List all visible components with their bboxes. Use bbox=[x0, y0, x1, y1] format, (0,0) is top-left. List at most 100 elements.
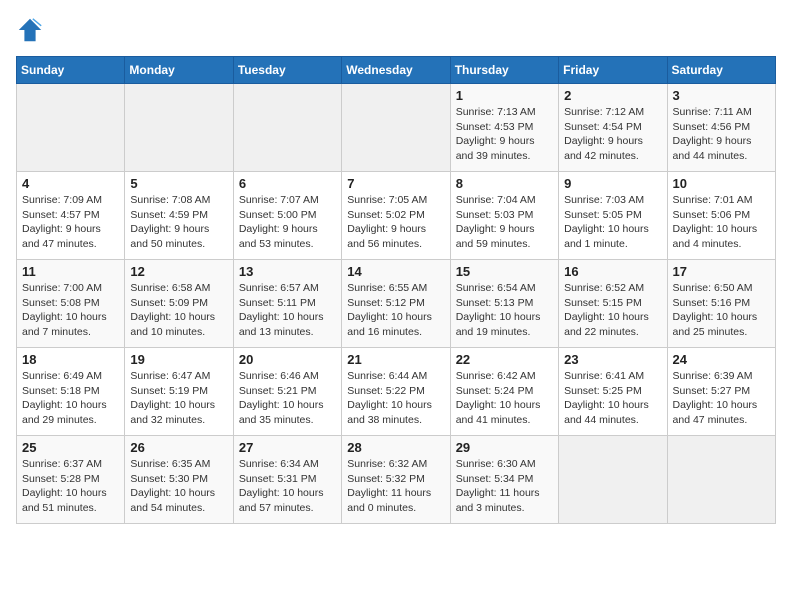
day-number: 27 bbox=[239, 440, 336, 455]
day-number: 17 bbox=[673, 264, 770, 279]
day-header-saturday: Saturday bbox=[667, 57, 775, 84]
calendar-cell bbox=[233, 84, 341, 172]
calendar-cell: 28 Sunrise: 6:32 AM Sunset: 5:32 PM Dayli… bbox=[342, 436, 450, 524]
day-number: 26 bbox=[130, 440, 227, 455]
calendar-week-5: 25 Sunrise: 6:37 AM Sunset: 5:28 PM Dayli… bbox=[17, 436, 776, 524]
calendar-cell: 3 Sunrise: 7:11 AM Sunset: 4:56 PM Daylig… bbox=[667, 84, 775, 172]
day-info: Sunrise: 6:46 AM Sunset: 5:21 PM Dayligh… bbox=[239, 369, 336, 428]
calendar-cell: 29Sunrise: 6:30 AM Sunset: 5:34 PM Dayli… bbox=[450, 436, 558, 524]
day-info: Sunrise: 6:42 AM Sunset: 5:24 PM Dayligh… bbox=[456, 369, 553, 428]
calendar-cell: 22 Sunrise: 6:42 AM Sunset: 5:24 PM Dayli… bbox=[450, 348, 558, 436]
day-number: 11 bbox=[22, 264, 119, 279]
day-info: Sunrise: 7:07 AM Sunset: 5:00 PM Dayligh… bbox=[239, 193, 336, 252]
calendar-cell: 6 Sunrise: 7:07 AM Sunset: 5:00 PM Daylig… bbox=[233, 172, 341, 260]
calendar-cell bbox=[342, 84, 450, 172]
logo-icon bbox=[16, 16, 44, 44]
day-number: 3 bbox=[673, 88, 770, 103]
day-number: 6 bbox=[239, 176, 336, 191]
calendar-cell: 8Sunrise: 7:04 AM Sunset: 5:03 PM Daylig… bbox=[450, 172, 558, 260]
day-number: 1 bbox=[456, 88, 553, 103]
day-header-wednesday: Wednesday bbox=[342, 57, 450, 84]
day-number: 22 bbox=[456, 352, 553, 367]
day-info: Sunrise: 6:49 AM Sunset: 5:18 PM Dayligh… bbox=[22, 369, 119, 428]
day-info: Sunrise: 6:47 AM Sunset: 5:19 PM Dayligh… bbox=[130, 369, 227, 428]
calendar-cell: 18 Sunrise: 6:49 AM Sunset: 5:18 PM Dayli… bbox=[17, 348, 125, 436]
calendar-cell: 20 Sunrise: 6:46 AM Sunset: 5:21 PM Dayli… bbox=[233, 348, 341, 436]
day-number: 20 bbox=[239, 352, 336, 367]
calendar-cell: 5 Sunrise: 7:08 AM Sunset: 4:59 PM Daylig… bbox=[125, 172, 233, 260]
calendar-cell: 10 Sunrise: 7:01 AM Sunset: 5:06 PM Dayli… bbox=[667, 172, 775, 260]
calendar-cell: 17Sunrise: 6:50 AM Sunset: 5:16 PM Dayli… bbox=[667, 260, 775, 348]
calendar-cell: 1 Sunrise: 7:13 AM Sunset: 4:53 PM Daylig… bbox=[450, 84, 558, 172]
day-number: 24 bbox=[673, 352, 770, 367]
calendar-cell bbox=[17, 84, 125, 172]
calendar-cell: 25 Sunrise: 6:37 AM Sunset: 5:28 PM Dayli… bbox=[17, 436, 125, 524]
day-info: Sunrise: 6:55 AM Sunset: 5:12 PM Dayligh… bbox=[347, 281, 444, 340]
calendar-cell: 15 Sunrise: 6:54 AM Sunset: 5:13 PM Dayli… bbox=[450, 260, 558, 348]
day-number: 14 bbox=[347, 264, 444, 279]
day-info: Sunrise: 7:08 AM Sunset: 4:59 PM Dayligh… bbox=[130, 193, 227, 252]
day-info: Sunrise: 6:41 AM Sunset: 5:25 PM Dayligh… bbox=[564, 369, 661, 428]
day-info: Sunrise: 7:09 AM Sunset: 4:57 PM Dayligh… bbox=[22, 193, 119, 252]
day-number: 4 bbox=[22, 176, 119, 191]
calendar-cell bbox=[125, 84, 233, 172]
calendar-cell: 4 Sunrise: 7:09 AM Sunset: 4:57 PM Daylig… bbox=[17, 172, 125, 260]
logo bbox=[16, 16, 48, 44]
calendar-cell: 24 Sunrise: 6:39 AM Sunset: 5:27 PM Dayli… bbox=[667, 348, 775, 436]
calendar-cell: 27 Sunrise: 6:34 AM Sunset: 5:31 PM Dayli… bbox=[233, 436, 341, 524]
day-number: 16 bbox=[564, 264, 661, 279]
calendar-cell: 13 Sunrise: 6:57 AM Sunset: 5:11 PM Dayli… bbox=[233, 260, 341, 348]
day-header-thursday: Thursday bbox=[450, 57, 558, 84]
day-info: Sunrise: 7:13 AM Sunset: 4:53 PM Dayligh… bbox=[456, 105, 553, 164]
calendar-cell: 12 Sunrise: 6:58 AM Sunset: 5:09 PM Dayli… bbox=[125, 260, 233, 348]
day-info: Sunrise: 7:11 AM Sunset: 4:56 PM Dayligh… bbox=[673, 105, 770, 164]
day-header-tuesday: Tuesday bbox=[233, 57, 341, 84]
day-info: Sunrise: 7:00 AM Sunset: 5:08 PM Dayligh… bbox=[22, 281, 119, 340]
day-info: Sunrise: 7:12 AM Sunset: 4:54 PM Dayligh… bbox=[564, 105, 661, 164]
day-info: Sunrise: 6:39 AM Sunset: 5:27 PM Dayligh… bbox=[673, 369, 770, 428]
calendar-cell: 23 Sunrise: 6:41 AM Sunset: 5:25 PM Dayli… bbox=[559, 348, 667, 436]
calendar-cell: 26 Sunrise: 6:35 AM Sunset: 5:30 PM Dayli… bbox=[125, 436, 233, 524]
calendar-table: SundayMondayTuesdayWednesdayThursdayFrid… bbox=[16, 56, 776, 524]
day-number: 15 bbox=[456, 264, 553, 279]
day-info: Sunrise: 6:54 AM Sunset: 5:13 PM Dayligh… bbox=[456, 281, 553, 340]
calendar-week-1: 1 Sunrise: 7:13 AM Sunset: 4:53 PM Daylig… bbox=[17, 84, 776, 172]
day-number: 29 bbox=[456, 440, 553, 455]
day-number: 28 bbox=[347, 440, 444, 455]
calendar-cell: 7 Sunrise: 7:05 AM Sunset: 5:02 PM Daylig… bbox=[342, 172, 450, 260]
day-header-monday: Monday bbox=[125, 57, 233, 84]
calendar-week-3: 11 Sunrise: 7:00 AM Sunset: 5:08 PM Dayli… bbox=[17, 260, 776, 348]
day-number: 10 bbox=[673, 176, 770, 191]
day-number: 2 bbox=[564, 88, 661, 103]
day-number: 25 bbox=[22, 440, 119, 455]
calendar-week-2: 4 Sunrise: 7:09 AM Sunset: 4:57 PM Daylig… bbox=[17, 172, 776, 260]
day-number: 5 bbox=[130, 176, 227, 191]
day-number: 21 bbox=[347, 352, 444, 367]
calendar-week-4: 18 Sunrise: 6:49 AM Sunset: 5:18 PM Dayli… bbox=[17, 348, 776, 436]
day-number: 18 bbox=[22, 352, 119, 367]
day-info: Sunrise: 6:37 AM Sunset: 5:28 PM Dayligh… bbox=[22, 457, 119, 516]
day-info: Sunrise: 6:34 AM Sunset: 5:31 PM Dayligh… bbox=[239, 457, 336, 516]
day-number: 23 bbox=[564, 352, 661, 367]
day-info: Sunrise: 6:58 AM Sunset: 5:09 PM Dayligh… bbox=[130, 281, 227, 340]
day-header-sunday: Sunday bbox=[17, 57, 125, 84]
day-number: 13 bbox=[239, 264, 336, 279]
day-info: Sunrise: 6:52 AM Sunset: 5:15 PM Dayligh… bbox=[564, 281, 661, 340]
day-number: 12 bbox=[130, 264, 227, 279]
calendar-header-row: SundayMondayTuesdayWednesdayThursdayFrid… bbox=[17, 57, 776, 84]
day-number: 8 bbox=[456, 176, 553, 191]
day-info: Sunrise: 7:01 AM Sunset: 5:06 PM Dayligh… bbox=[673, 193, 770, 252]
day-info: Sunrise: 6:32 AM Sunset: 5:32 PM Dayligh… bbox=[347, 457, 444, 516]
calendar-cell: 21Sunrise: 6:44 AM Sunset: 5:22 PM Dayli… bbox=[342, 348, 450, 436]
calendar-cell: 11 Sunrise: 7:00 AM Sunset: 5:08 PM Dayli… bbox=[17, 260, 125, 348]
calendar-cell: 2 Sunrise: 7:12 AM Sunset: 4:54 PM Daylig… bbox=[559, 84, 667, 172]
day-info: Sunrise: 6:57 AM Sunset: 5:11 PM Dayligh… bbox=[239, 281, 336, 340]
calendar-cell bbox=[667, 436, 775, 524]
day-number: 7 bbox=[347, 176, 444, 191]
day-info: Sunrise: 7:05 AM Sunset: 5:02 PM Dayligh… bbox=[347, 193, 444, 252]
day-info: Sunrise: 6:35 AM Sunset: 5:30 PM Dayligh… bbox=[130, 457, 227, 516]
day-info: Sunrise: 7:03 AM Sunset: 5:05 PM Dayligh… bbox=[564, 193, 661, 252]
calendar-cell: 14 Sunrise: 6:55 AM Sunset: 5:12 PM Dayli… bbox=[342, 260, 450, 348]
day-number: 9 bbox=[564, 176, 661, 191]
calendar-cell: 9 Sunrise: 7:03 AM Sunset: 5:05 PM Daylig… bbox=[559, 172, 667, 260]
